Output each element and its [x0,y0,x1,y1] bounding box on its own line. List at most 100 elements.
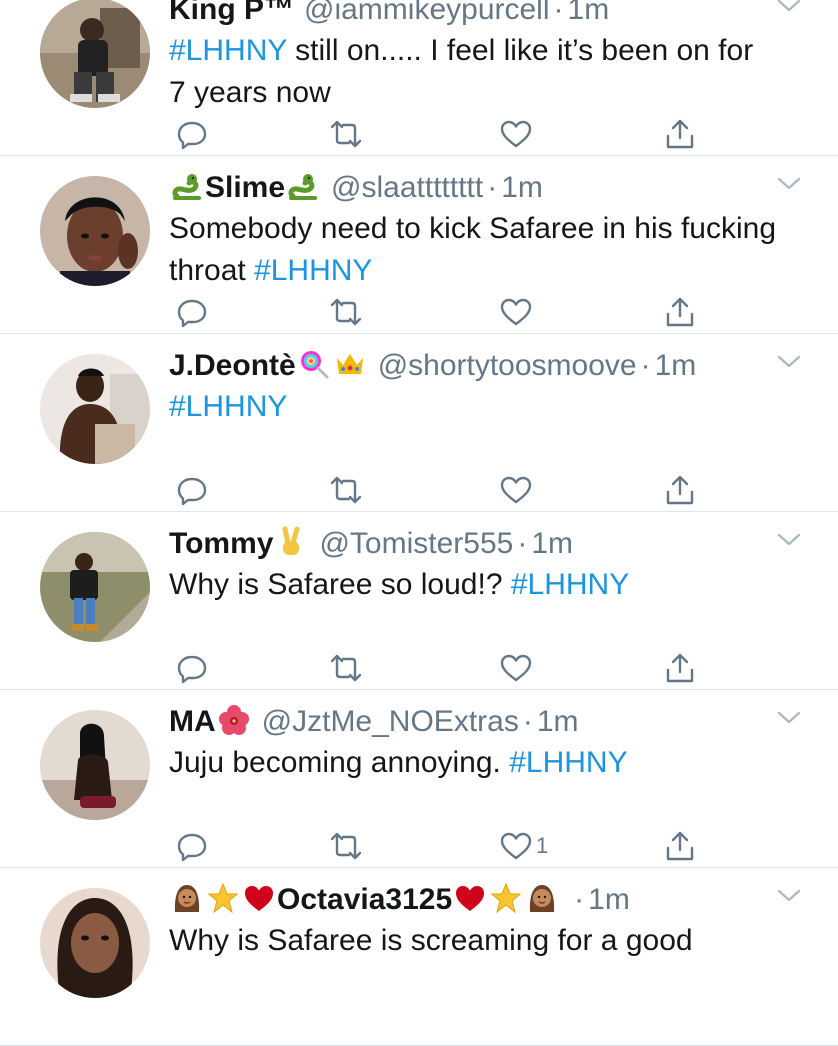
like-icon [500,652,532,684]
user-handle[interactable]: @slaatttttttt [331,171,483,204]
like-icon [500,296,532,328]
user-handle[interactable]: @shortytoosmoove [378,349,637,382]
crown-emoji [334,348,366,380]
timestamp[interactable]: 1m [588,883,630,916]
chevron-down-icon[interactable] [776,174,802,194]
tweet-text-part: Why is Safaree so loud!? [169,568,511,601]
retweet-button[interactable] [330,294,362,330]
tweet[interactable]: King P™ @iammikeypurcell · 1m #LHHNY still … [0,0,838,156]
reply-button[interactable] [176,472,208,508]
avatar[interactable] [40,888,150,998]
hashtag-link[interactable]: #LHHNY [254,254,372,287]
star-emoji [207,882,239,914]
retweet-button[interactable] [330,472,362,508]
user-handle[interactable]: @JztMe_NOExtras [262,705,519,738]
chevron-down-icon[interactable] [776,530,802,550]
chevron-down-icon[interactable] [776,886,802,906]
separator-dot: · [640,349,651,382]
tweet-actions [0,294,838,334]
display-name[interactable]: Octavia3125 [277,883,452,916]
retweet-button[interactable] [330,116,362,152]
share-icon [664,652,696,684]
reply-button[interactable] [176,116,208,152]
hashtag-link[interactable]: #LHHNY [509,746,627,779]
tweet[interactable]: MA @JztMe_NOExtras · 1m Juju becoming annoy… [0,690,838,868]
tweet-text: Why is Safaree so loud!? #LHHNY [169,564,778,606]
hashtag-link[interactable]: #LHHNY [169,34,287,67]
hashtag-link[interactable]: #LHHNY [169,390,287,423]
avatar[interactable] [40,0,150,108]
share-button[interactable] [664,472,696,508]
separator-dot: · [522,705,533,738]
avatar[interactable] [40,532,150,642]
snake-emoji [171,170,203,202]
tweet-text: Juju becoming annoying. #LHHNY [169,742,778,784]
retweet-icon [330,118,362,150]
timestamp[interactable]: 1m [531,527,573,560]
display-name[interactable]: J.Deontè [169,349,296,382]
share-button[interactable] [664,116,696,152]
display-name[interactable]: Slime [205,171,285,204]
tweet-header: Octavia3125 · 1m [169,880,768,920]
reply-button[interactable] [176,828,208,864]
retweet-icon [330,474,362,506]
like-button[interactable] [500,116,536,152]
retweet-icon [330,652,362,684]
share-icon [664,296,696,328]
chevron-down-icon[interactable] [776,352,802,372]
separator-dot: · [487,171,498,204]
chevron-down-icon[interactable] [776,708,802,728]
retweet-button[interactable] [330,828,362,864]
reply-icon [176,652,208,684]
tweet-header: Tommy @Tomister555 · 1m [169,524,768,564]
share-button[interactable] [664,828,696,864]
retweet-button[interactable] [330,650,362,686]
tweet-actions [0,650,838,690]
tweet-header: Slime @slaatttttttt · 1m [169,168,768,208]
display-name[interactable]: MA [169,705,216,738]
like-button[interactable] [500,472,536,508]
timestamp[interactable]: 1m [655,349,697,382]
user-handle[interactable]: @Tomister555 [319,527,513,560]
reply-button[interactable] [176,294,208,330]
share-icon [664,830,696,862]
lollipop-emoji [298,348,330,380]
share-button[interactable] [664,650,696,686]
timeline: King P™ @iammikeypurcell · 1m #LHHNY still … [0,0,838,1046]
snake-emoji [287,170,319,202]
share-icon [664,474,696,506]
tweet-actions [0,116,838,156]
tweet[interactable]: Tommy @Tomister555 · 1m Why is Safaree so l… [0,512,838,690]
tweet[interactable]: Octavia3125 · 1m Why is Safaree is screami… [0,868,838,1046]
share-button[interactable] [664,294,696,330]
tweet[interactable]: J.Deontè @shortytoosmoove · 1m #LHHNY [0,334,838,512]
tweet-text-part: Why is Safaree is screaming for a good [169,924,693,957]
timestamp[interactable]: 1m [568,0,610,26]
reply-icon [176,830,208,862]
hashtag-link[interactable]: #LHHNY [511,568,629,601]
reply-icon [176,296,208,328]
victory-hand-emoji [275,526,307,558]
share-icon [664,118,696,150]
display-name[interactable]: Tommy [169,527,273,560]
like-icon [500,830,532,862]
tweet-text: #LHHNY still on..... I feel like it’s be… [169,30,778,114]
timestamp[interactable]: 1m [537,705,579,738]
tweet[interactable]: Slime @slaatttttttt · 1m Somebody need to k… [0,156,838,334]
star-emoji [490,882,522,914]
avatar[interactable] [40,176,150,286]
reply-icon [176,474,208,506]
like-button[interactable] [500,294,536,330]
tweet-header: MA @JztMe_NOExtras · 1m [169,702,768,742]
like-button[interactable]: 1 [500,828,548,864]
avatar[interactable] [40,710,150,820]
like-button[interactable] [500,650,536,686]
chevron-down-icon[interactable] [776,0,802,16]
user-handle[interactable]: @iammikeypurcell [304,0,550,26]
reply-button[interactable] [176,650,208,686]
tweet-text: Somebody need to kick Safaree in his fuc… [169,208,778,292]
avatar[interactable] [40,354,150,464]
timestamp[interactable]: 1m [501,171,543,204]
hibiscus-emoji [218,704,250,736]
display-name[interactable]: King P™ [169,0,294,26]
